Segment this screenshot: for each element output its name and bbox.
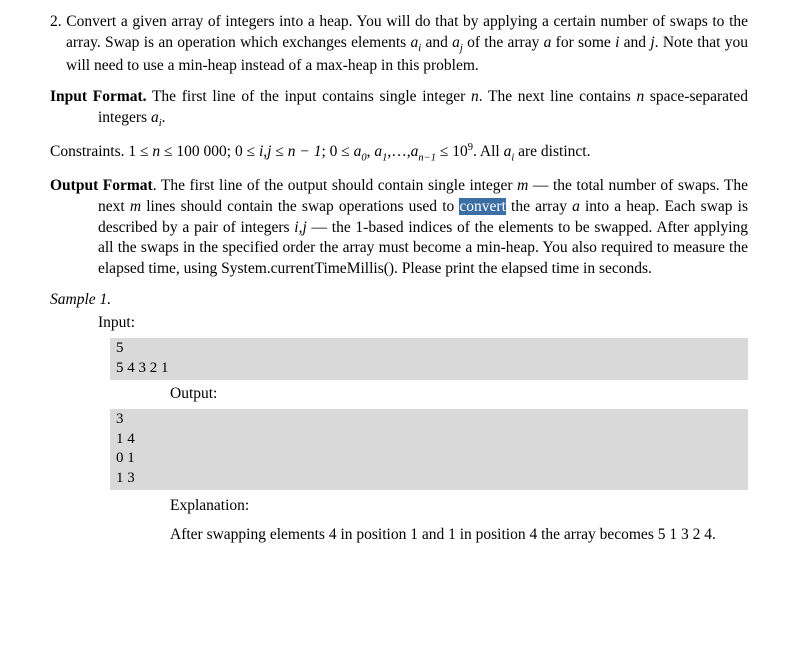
code-line: 1 3: [116, 469, 742, 489]
code-line: 5: [116, 339, 742, 359]
input-format-block: Input Format. The first line of the inpu…: [50, 87, 748, 131]
var-a: a: [374, 143, 382, 160]
question-number: 2.: [50, 13, 62, 30]
text: ; 0 ≤: [321, 143, 353, 160]
text: The first line of the input contains sin…: [147, 88, 471, 105]
sample-label: Sample 1.: [50, 291, 111, 308]
text: ≤: [271, 143, 287, 160]
text: 1 ≤: [125, 143, 153, 160]
constraints-block: Constraints. 1 ≤ n ≤ 100 000; 0 ≤ i,j ≤ …: [50, 141, 748, 165]
text: of the array: [463, 34, 544, 51]
var-a: a: [151, 109, 159, 126]
code-line: 5 4 3 2 1: [116, 359, 742, 379]
question-intro: 2. Convert a given array of integers int…: [50, 12, 748, 77]
sample-output-box: 3 1 4 0 1 1 3: [110, 409, 748, 490]
code-line: 0 1: [116, 449, 742, 469]
constraints-label: Constraints.: [50, 143, 125, 160]
text: . All: [473, 143, 504, 160]
text: are distinct.: [514, 143, 590, 160]
text: ,…,: [387, 143, 410, 160]
var-m: m: [517, 177, 528, 194]
sample-input-box: 5 5 4 3 2 1: [110, 338, 748, 380]
input-format-label: Input Format.: [50, 88, 147, 105]
var-ij: i,j: [259, 143, 272, 160]
var-ij: i,j: [294, 219, 307, 236]
text: . The first line of the output should co…: [153, 177, 517, 194]
highlighted-word: convert: [459, 198, 505, 215]
var-a: a: [452, 34, 460, 51]
text: .: [162, 109, 166, 126]
text: lines should contain the swap operations…: [141, 198, 459, 215]
var-m: m: [130, 198, 141, 215]
text: ≤ 100 000; 0 ≤: [160, 143, 259, 160]
text: . The next line contains: [479, 88, 637, 105]
sample-heading: Sample 1.: [50, 290, 748, 311]
text: for some: [551, 34, 615, 51]
output-format-block: Output Format. The first line of the out…: [50, 176, 748, 281]
sample-input-label: Input:: [50, 313, 748, 334]
code-line: 1 4: [116, 430, 742, 450]
sub-n-1: n−1: [418, 153, 436, 164]
var-n: n: [152, 143, 160, 160]
explanation-label: Explanation:: [110, 496, 748, 517]
explanation-text: After swapping elements 4 in position 1 …: [110, 525, 748, 546]
text: and: [619, 34, 650, 51]
var-a: a: [572, 198, 580, 215]
code-line: 3: [116, 410, 742, 430]
output-format-label: Output Format: [50, 177, 153, 194]
document-page: 2. Convert a given array of integers int…: [0, 0, 798, 586]
text: and: [421, 34, 452, 51]
sample-output-label: Output:: [110, 384, 748, 405]
text: ≤ 10: [436, 143, 468, 160]
var-n-1: n − 1: [288, 143, 322, 160]
var-n: n: [471, 88, 479, 105]
text: the array: [506, 198, 572, 215]
